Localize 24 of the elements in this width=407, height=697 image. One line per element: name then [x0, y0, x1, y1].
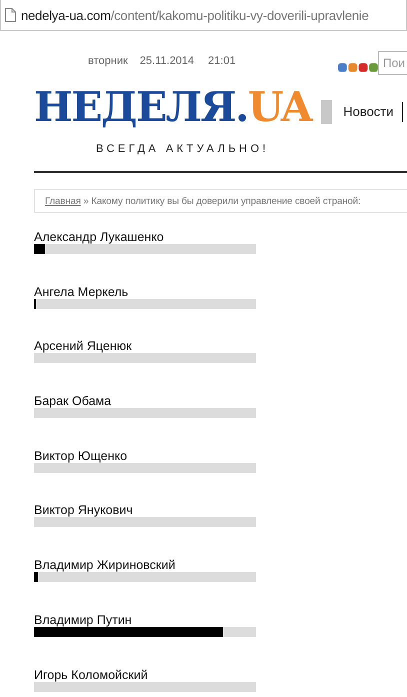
time-text: 21:01: [208, 55, 236, 67]
address-bar[interactable]: nedelya-ua.com/content/kakomu-politiku-vy-doverili-upravlenie: [0, 0, 407, 31]
page-icon: [5, 8, 16, 22]
site-logo[interactable]: НЕДЕЛЯ.UA: [34, 83, 312, 131]
search-field[interactable]: Пои: [378, 51, 407, 75]
candidate-name: Виктор Янукович: [34, 503, 134, 518]
candidate-name: Игорь Коломойский: [34, 668, 149, 682]
candidate-name: Владимир Жириновский: [34, 558, 176, 572]
candidate-name: Виктор Ющенко: [34, 448, 128, 463]
weekday-text: вторник: [88, 55, 128, 67]
home-link[interactable]: Главная: [45, 196, 81, 206]
candidate-name: Арсений Яценюк: [34, 339, 133, 354]
candidate-name: Ангела Меркель: [34, 284, 130, 299]
slogan: ВСЕГДА АКТУАЛЬНО!: [96, 143, 270, 155]
url-text: nedelya-ua.com/content/kakomu-politiku-vy-doverili-upravlenie: [21, 8, 369, 22]
nav-link[interactable]: Новости: [343, 102, 403, 122]
candidate-name: Александр Лукашенко: [34, 230, 165, 244]
candidate-name: Владимир Путин: [34, 612, 133, 627]
breadcrumb-current: Какому политику вы бы доверили управление своей страной:: [91, 196, 361, 206]
color-dots-icon: [338, 62, 378, 72]
nav-marker: [321, 100, 332, 124]
date-text: 25.11.2014: [140, 55, 194, 67]
breadcrumb-separator: »: [82, 196, 90, 206]
candidate-name: Барак Обама: [34, 394, 112, 408]
